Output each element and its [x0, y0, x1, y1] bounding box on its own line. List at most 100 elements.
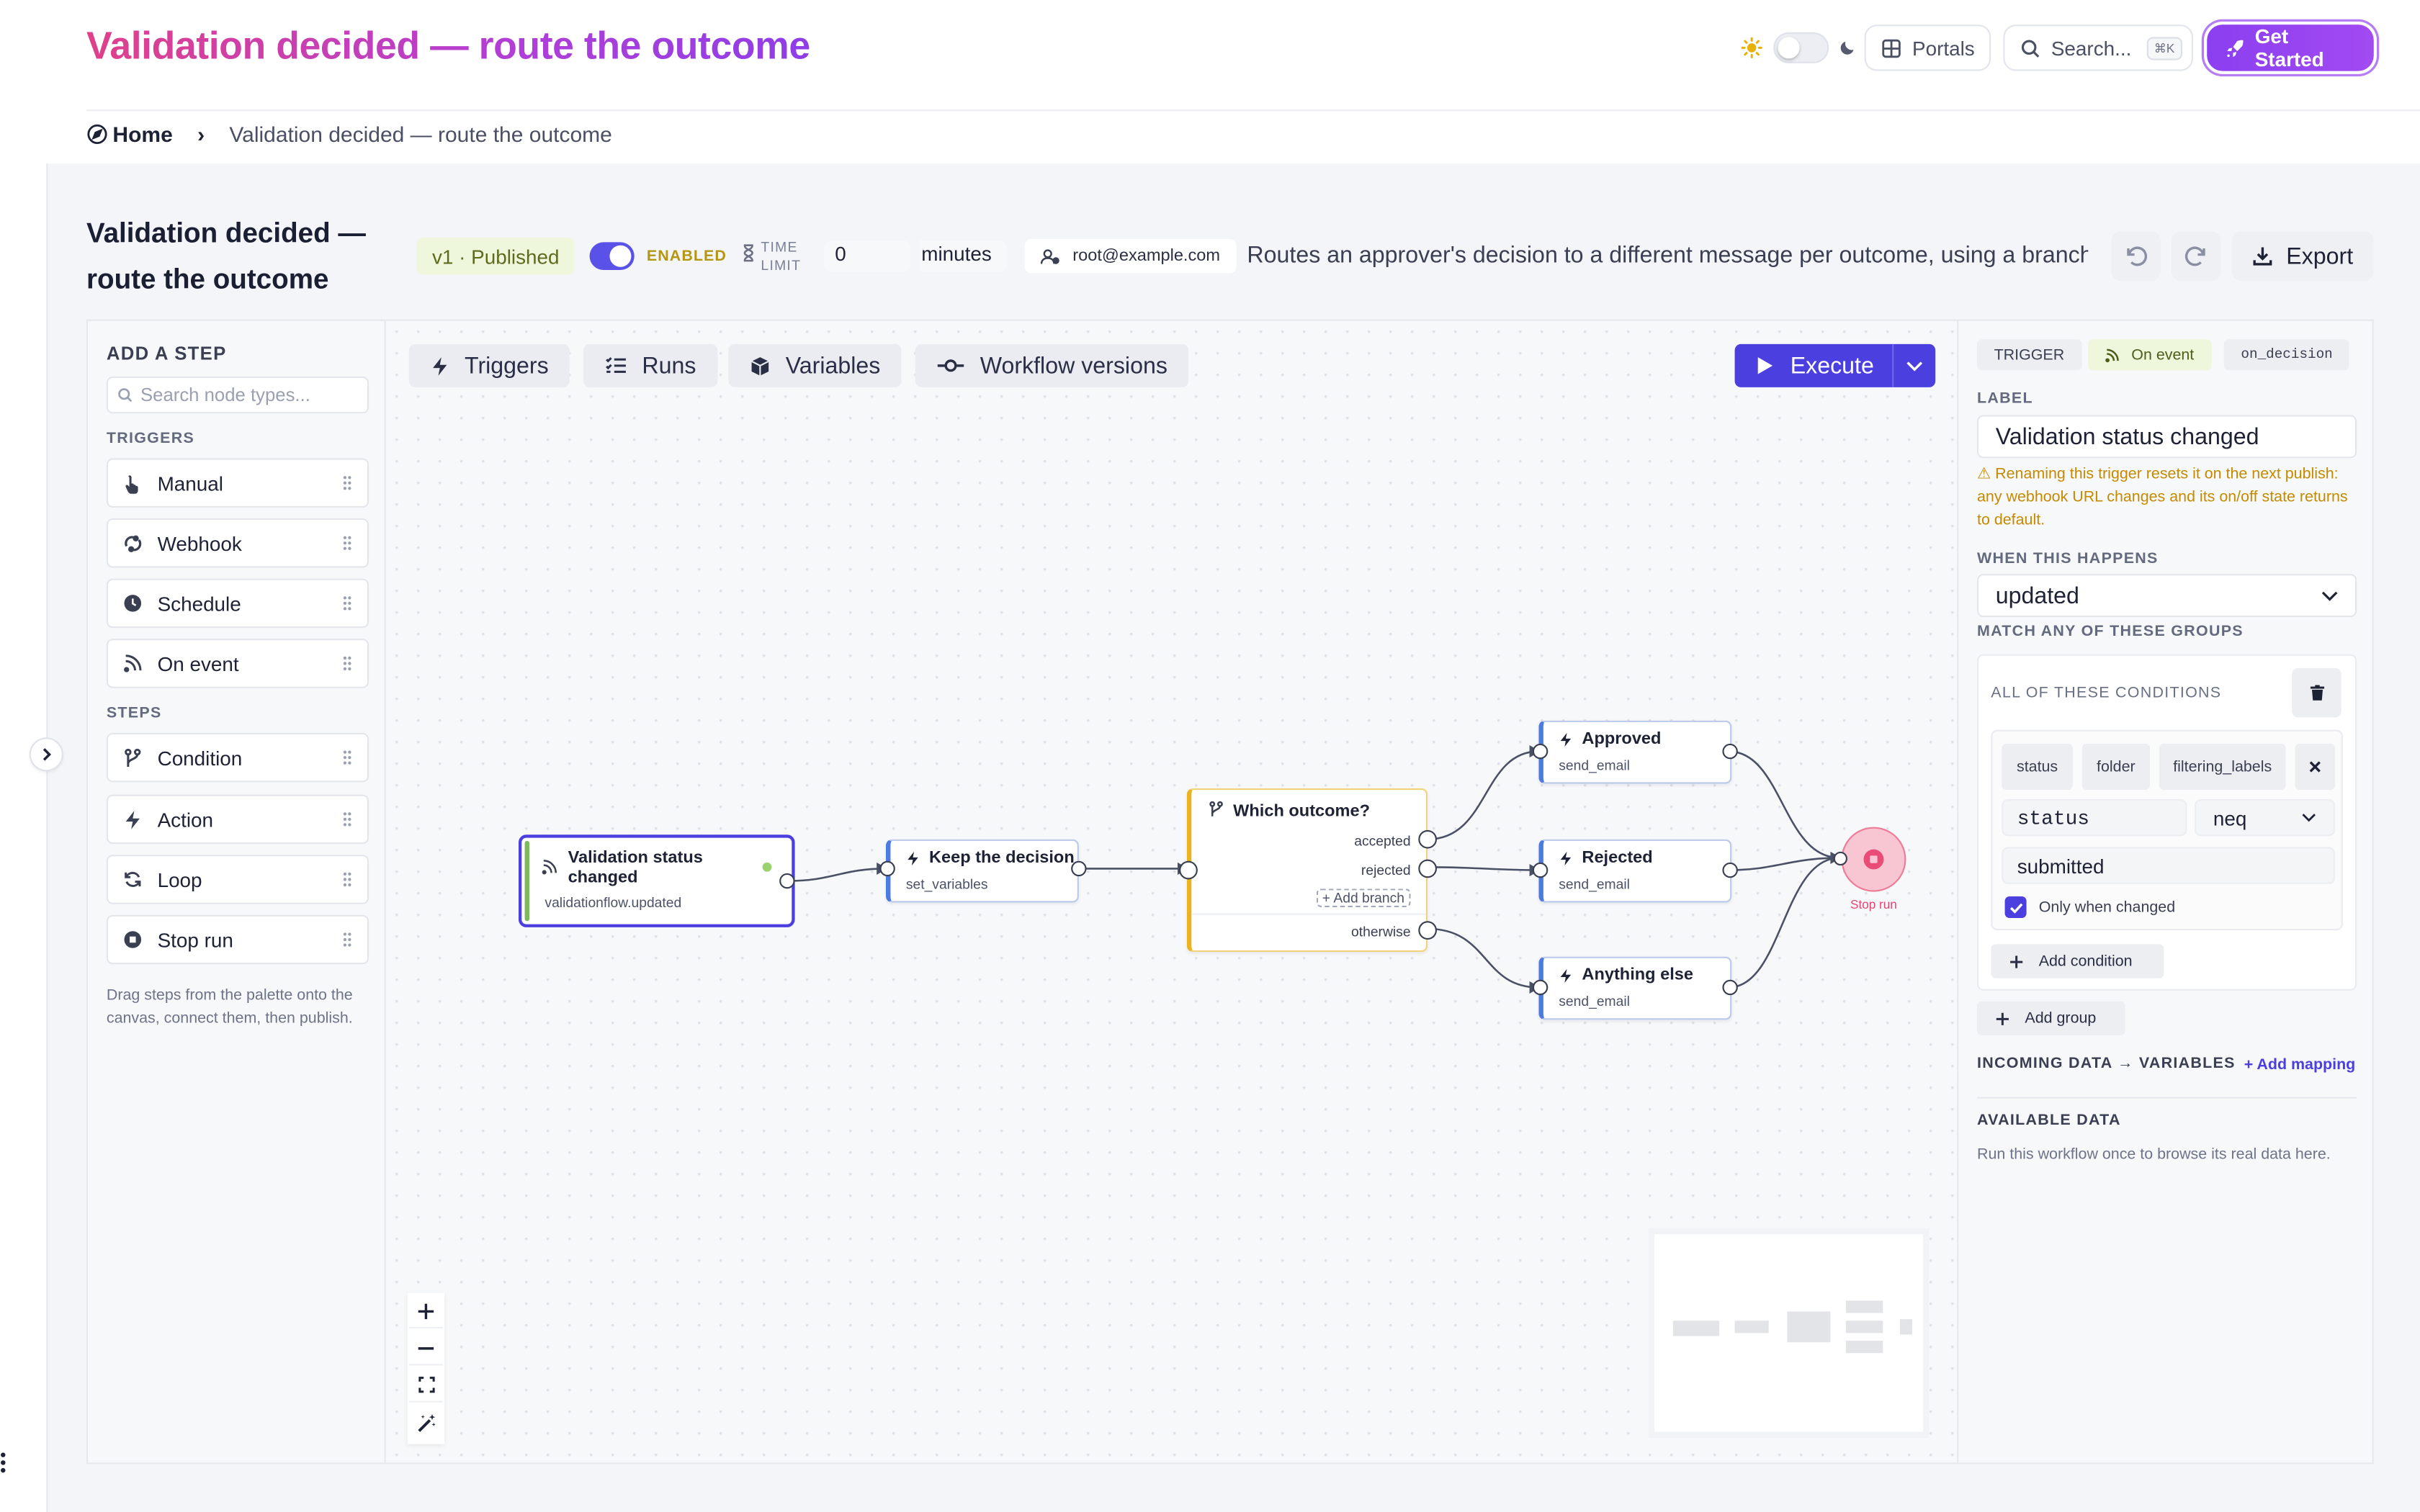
drag-handle-icon[interactable] [343, 536, 352, 551]
palette-search-input[interactable]: Search node types... [106, 376, 369, 414]
node-branch[interactable]: Which outcome? accepted rejected + Add b… [1186, 788, 1428, 953]
palette-item-action[interactable]: Action [106, 794, 369, 845]
port-branch-accepted[interactable] [1418, 829, 1437, 849]
minimap[interactable] [1648, 1228, 1930, 1439]
palette-item-condition[interactable]: Condition [106, 732, 369, 783]
left-rail [0, 163, 47, 1512]
redo-button[interactable] [2172, 231, 2221, 281]
theme-toggle[interactable] [1773, 32, 1829, 63]
node-approved-sub: send_email [1559, 757, 1630, 773]
drag-handle-icon[interactable] [343, 811, 352, 827]
port-branch-rejected[interactable] [1418, 859, 1437, 878]
zoom-out-button[interactable] [408, 1331, 443, 1366]
node-approved[interactable]: Approved send_email [1538, 720, 1732, 784]
search-icon [117, 387, 133, 402]
port-approved-in[interactable] [1532, 743, 1549, 760]
port-stop-in[interactable] [1833, 851, 1847, 866]
condition-operator-select[interactable]: neq [2195, 799, 2336, 837]
palette-item-schedule[interactable]: Schedule [106, 578, 369, 629]
drag-handle-icon[interactable] [343, 656, 352, 671]
redo-icon [2184, 244, 2208, 269]
field-chip-folder[interactable]: folder [2081, 743, 2150, 791]
port-branch-otherwise[interactable] [1418, 921, 1437, 940]
node-trigger-title-line1: Validation status [568, 848, 703, 868]
sidebar-expand-button[interactable] [29, 737, 63, 772]
add-group-button[interactable]: Add group [1977, 1001, 2125, 1035]
condition-value-input[interactable]: submitted [2002, 847, 2336, 884]
drag-handle-icon[interactable] [343, 475, 352, 490]
clock-icon [123, 594, 142, 613]
event-select[interactable]: updated [1977, 574, 2357, 618]
search-box[interactable]: Search... ⌘K [2003, 24, 2193, 71]
trash-icon [2309, 685, 2324, 701]
checkbox-checked-icon[interactable] [2004, 896, 2027, 918]
header-divider [86, 109, 2420, 112]
undo-button[interactable] [2111, 231, 2161, 281]
remove-condition-button[interactable] [2295, 743, 2336, 791]
export-button[interactable]: Export [2231, 231, 2374, 281]
condition-field-input[interactable]: status [2002, 799, 2187, 837]
node-keep-decision[interactable]: Keep the decision set_variables [886, 839, 1079, 903]
port-else-out[interactable] [1722, 979, 1738, 996]
auto-layout-button[interactable] [408, 1405, 443, 1440]
field-chip-status[interactable]: status [2002, 743, 2073, 791]
theme-switcher[interactable] [1741, 24, 1857, 71]
delete-group-button[interactable] [2292, 667, 2341, 718]
node-trigger[interactable]: Validation status changed validationflow… [519, 834, 795, 927]
drag-handle-icon[interactable] [343, 872, 352, 887]
palette-search-placeholder: Search node types... [140, 384, 310, 406]
breadcrumb-current: Validation decided — route the outcome [229, 122, 612, 147]
portals-button[interactable]: Portals [1864, 24, 1992, 71]
add-mapping-link[interactable]: + Add mapping [2244, 1057, 2356, 1074]
get-started-button[interactable]: Get Started [2207, 24, 2374, 71]
search-icon [2020, 38, 2040, 58]
enabled-toggle[interactable] [589, 242, 635, 270]
drag-handle-icon[interactable] [343, 932, 352, 947]
edge-else-to-stop [1728, 857, 1840, 989]
search-placeholder: Search... [2051, 36, 2132, 60]
node-rejected[interactable]: Rejected send_email [1538, 839, 1732, 903]
breadcrumb-home-link[interactable]: Home [112, 122, 172, 146]
port-else-in[interactable] [1532, 979, 1549, 996]
add-condition-button[interactable]: Add condition [1991, 944, 2164, 978]
palette-item-loop[interactable]: Loop [106, 855, 369, 904]
workflow-canvas[interactable]: Triggers Runs Variables Workflow version… [385, 319, 1958, 1464]
version-badge: v1 · Published [416, 238, 575, 275]
port-trigger-out[interactable] [779, 873, 795, 889]
node-anything-else[interactable]: Anything else send_email [1538, 956, 1732, 1020]
node-stop-run[interactable] [1841, 827, 1906, 892]
only-changed-checkbox[interactable]: Only when changed [2004, 896, 2176, 918]
time-limit-input[interactable]: 0 [824, 240, 911, 272]
add-branch-button[interactable]: + Add branch [1316, 888, 1411, 907]
sun-icon [1741, 37, 1762, 59]
port-branch-in[interactable] [1179, 860, 1198, 880]
rocket-icon [2226, 38, 2246, 58]
field-chip-filtering-labels[interactable]: filtering_labels [2159, 743, 2286, 791]
palette-item-on-event[interactable]: On event [106, 639, 369, 688]
owner-email: root@example.com [1072, 246, 1221, 266]
port-rejected-in[interactable] [1532, 862, 1549, 878]
rail-more-icon[interactable] [0, 1450, 9, 1475]
port-keep-in[interactable] [879, 860, 895, 877]
port-rejected-out[interactable] [1722, 862, 1738, 878]
port-keep-out[interactable] [1071, 860, 1087, 877]
branch-icon [1209, 801, 1224, 818]
zoom-in-button[interactable] [408, 1294, 443, 1328]
node-status-bar [524, 840, 529, 922]
bolt-icon [906, 850, 920, 868]
fit-view-button[interactable] [408, 1368, 443, 1403]
palette-item-webhook[interactable]: Webhook [106, 518, 369, 568]
only-changed-label: Only when changed [2038, 899, 2176, 916]
drag-handle-icon[interactable] [343, 595, 352, 611]
drag-handle-icon[interactable] [343, 750, 352, 765]
palette-item-stop-run[interactable]: Stop run [106, 914, 369, 965]
edge-trigger-to-keep [786, 868, 887, 882]
node-trigger-title: Validation status changed [568, 849, 703, 889]
stop-icon [1863, 849, 1884, 870]
edge-rejected-to-stop [1728, 857, 1840, 871]
owner-chip: root@example.com [1024, 239, 1236, 274]
time-limit-label: TIME LIMIT [761, 238, 801, 274]
palette-item-manual[interactable]: Manual [106, 458, 369, 508]
label-input[interactable]: Validation status changed [1977, 415, 2357, 459]
port-approved-out[interactable] [1722, 743, 1738, 760]
